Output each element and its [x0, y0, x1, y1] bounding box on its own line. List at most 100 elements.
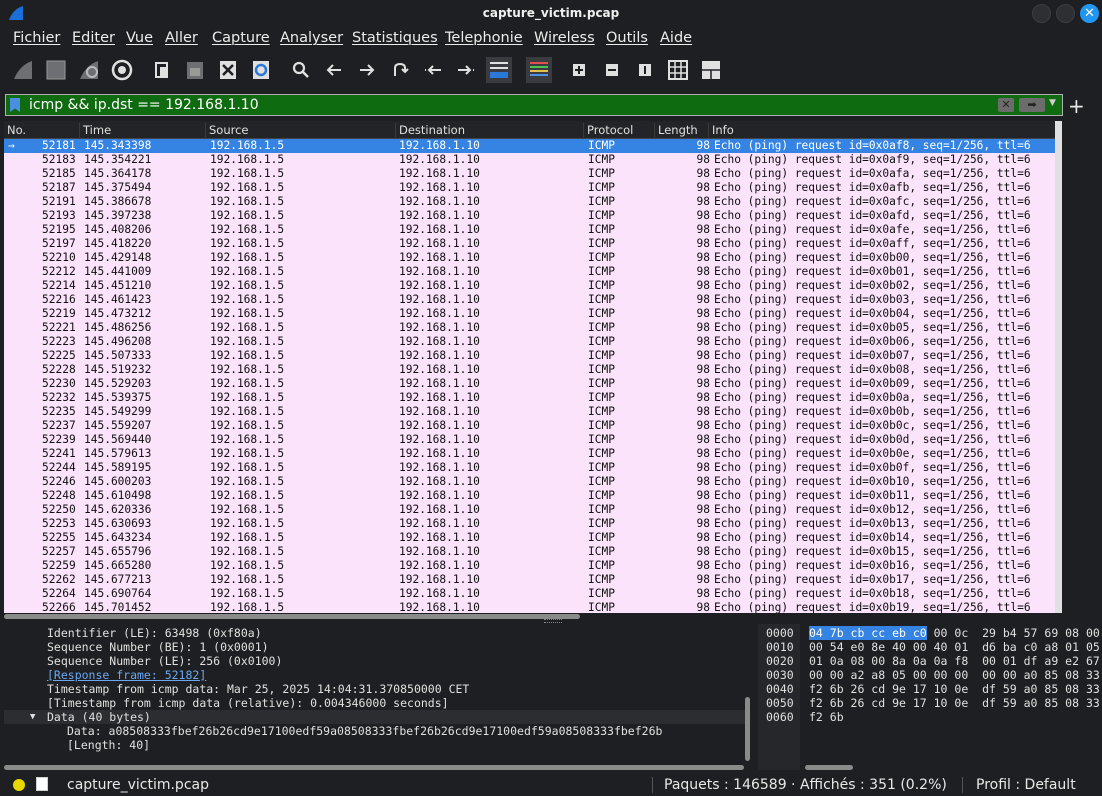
bytes-line[interactable]: 01 0a 08 00 8a 0a 0a f8 00 01 df a9 e2 6… [809, 654, 1100, 668]
expert-info-led-icon[interactable] [13, 779, 25, 791]
resize-columns-icon[interactable] [665, 57, 691, 83]
zoom-out-icon[interactable] [599, 57, 625, 83]
display-filter-input[interactable]: icmp && ip.dst == 192.168.1.10 [29, 97, 259, 113]
packet-row[interactable]: 52241 145.579613 192.168.1.5 192.168.1.10 IC… [4, 447, 1062, 461]
status-profile[interactable]: Profil : Default [976, 777, 1076, 793]
packet-row[interactable]: 52255 145.643234 192.168.1.5 192.168.1.10 IC… [4, 531, 1062, 545]
packet-list-hscroll-thumb[interactable] [4, 614, 580, 619]
packet-row[interactable]: 52193 145.397238 192.168.1.5 192.168.1.10 IC… [4, 209, 1062, 223]
menu-fichier[interactable]: Fichier [13, 30, 60, 46]
packet-row[interactable]: 52257 145.655796 192.168.1.5 192.168.1.10 IC… [4, 545, 1062, 559]
packet-row[interactable]: 52232 145.539375 192.168.1.5 192.168.1.10 IC… [4, 391, 1062, 405]
packet-row[interactable]: 52266 145.701452 192.168.1.5 192.168.1.10 IC… [4, 601, 1062, 613]
stop-capture-icon[interactable] [43, 57, 69, 83]
packet-row[interactable]: 52210 145.429148 192.168.1.5 192.168.1.10 IC… [4, 251, 1062, 265]
normal-size-icon[interactable] [632, 57, 658, 83]
bytes-hscroll[interactable] [805, 765, 853, 770]
packet-row[interactable]: 52197 145.418220 192.168.1.5 192.168.1.10 IC… [4, 237, 1062, 251]
expand-arrow-icon[interactable]: ▼ [30, 710, 35, 724]
minimize-button[interactable] [1032, 4, 1051, 23]
details-vscroll[interactable] [745, 697, 750, 761]
detail-data-value[interactable]: Data: a08508333fbef26b26cd9e17100edf59a0… [67, 724, 662, 738]
packet-row[interactable]: → 52181 145.343398 192.168.1.5 192.168.1.10 I… [4, 139, 1062, 153]
restart-capture-icon[interactable] [76, 57, 102, 83]
packet-row[interactable]: 52225 145.507333 192.168.1.5 192.168.1.10 IC… [4, 349, 1062, 363]
filter-history-dropdown-icon[interactable]: ▼ [1049, 98, 1059, 108]
packet-row[interactable]: 52191 145.386678 192.168.1.5 192.168.1.10 IC… [4, 195, 1062, 209]
detail-seq-le[interactable]: Sequence Number (LE): 256 (0x0100) [47, 654, 282, 668]
apply-filter-icon[interactable]: ➡ [1019, 98, 1045, 112]
menu-capture[interactable]: Capture [212, 30, 270, 46]
detail-response-frame-link[interactable]: [Response frame: 52182] [47, 668, 206, 682]
save-file-icon[interactable] [182, 57, 208, 83]
packet-list-vscroll[interactable] [1055, 121, 1062, 613]
colorize-icon[interactable] [526, 57, 552, 83]
selected-bytes[interactable]: 04 7b cb cc eb c0 [809, 626, 927, 640]
bytes-line[interactable]: f2 6b 26 cd 9e 17 10 0e df 59 a0 85 08 3… [809, 696, 1100, 710]
menu-outils[interactable]: Outils [606, 30, 648, 46]
packet-row[interactable]: 52250 145.620336 192.168.1.5 192.168.1.10 IC… [4, 503, 1062, 517]
packet-row[interactable]: 52235 145.549299 192.168.1.5 192.168.1.10 IC… [4, 405, 1062, 419]
reload-file-icon[interactable] [248, 57, 274, 83]
menu-telephonie[interactable]: Telephonie [445, 30, 523, 46]
add-filter-button-icon[interactable]: + [1068, 94, 1085, 118]
column-header-source[interactable]: Source [206, 123, 396, 139]
packet-row[interactable]: 52253 145.630693 192.168.1.5 192.168.1.10 IC… [4, 517, 1062, 531]
clear-filter-icon[interactable]: ✕ [998, 98, 1014, 112]
menu-vue[interactable]: Vue [126, 30, 153, 46]
go-last-packet-icon[interactable] [453, 57, 479, 83]
detail-timestamp-relative[interactable]: [Timestamp from icmp data (relative): 0.… [47, 696, 449, 710]
start-capture-icon[interactable] [10, 57, 36, 83]
packet-row[interactable]: 52228 145.519232 192.168.1.5 192.168.1.10 IC… [4, 363, 1062, 377]
packet-row[interactable]: 52237 145.559207 192.168.1.5 192.168.1.10 IC… [4, 419, 1062, 433]
close-file-icon[interactable] [215, 57, 241, 83]
layout-panes-icon[interactable] [698, 57, 724, 83]
detail-seq-be[interactable]: Sequence Number (BE): 1 (0x0001) [47, 640, 269, 654]
menu-editer[interactable]: Editer [72, 30, 115, 46]
autoscroll-icon[interactable] [486, 57, 512, 83]
capture-comment-icon[interactable] [36, 777, 48, 791]
packet-row[interactable]: 52183 145.354221 192.168.1.5 192.168.1.10 IC… [4, 153, 1062, 167]
bytes-line[interactable]: 00 00 a2 a8 05 00 00 00 00 00 a0 85 08 3… [809, 668, 1100, 682]
packet-row[interactable]: 52221 145.486256 192.168.1.5 192.168.1.10 IC… [4, 321, 1062, 335]
column-header-length[interactable]: Length [655, 123, 709, 139]
bytes-line[interactable]: 00 54 e0 8e 40 00 40 01 d6 ba c0 a8 01 0… [809, 640, 1100, 654]
menu-statistiques[interactable]: Statistiques [352, 30, 438, 46]
packet-row[interactable]: 52259 145.665280 192.168.1.5 192.168.1.10 IC… [4, 559, 1062, 573]
packet-row[interactable]: 52216 145.461423 192.168.1.5 192.168.1.10 IC… [4, 293, 1062, 307]
go-forward-icon[interactable] [354, 57, 380, 83]
go-back-icon[interactable] [321, 57, 347, 83]
packet-row[interactable]: 52239 145.569440 192.168.1.5 192.168.1.10 IC… [4, 433, 1062, 447]
column-header-time[interactable]: Time [80, 123, 206, 139]
packet-row[interactable]: 52230 145.529203 192.168.1.5 192.168.1.10 IC… [4, 377, 1062, 391]
go-first-packet-icon[interactable] [420, 57, 446, 83]
column-header-no[interactable]: No. [4, 123, 80, 139]
open-file-icon[interactable] [149, 57, 175, 83]
packet-row[interactable]: 52214 145.451210 192.168.1.5 192.168.1.10 IC… [4, 279, 1062, 293]
maximize-button[interactable] [1056, 4, 1075, 23]
packet-row[interactable]: 52219 145.473212 192.168.1.5 192.168.1.10 IC… [4, 307, 1062, 321]
detail-data-row[interactable]: ▼ Data (40 bytes) [4, 710, 746, 724]
packet-row[interactable]: 52185 145.364178 192.168.1.5 192.168.1.10 IC… [4, 167, 1062, 181]
menu-aide[interactable]: Aide [660, 30, 692, 46]
bytes-line[interactable]: f2 6b [809, 710, 844, 724]
packet-row[interactable]: 52212 145.441009 192.168.1.5 192.168.1.10 IC… [4, 265, 1062, 279]
capture-options-icon[interactable] [109, 57, 135, 83]
packet-row[interactable]: 52264 145.690764 192.168.1.5 192.168.1.10 IC… [4, 587, 1062, 601]
packet-row[interactable]: 52248 145.610498 192.168.1.5 192.168.1.10 IC… [4, 489, 1062, 503]
packet-row[interactable]: 52244 145.589195 192.168.1.5 192.168.1.10 IC… [4, 461, 1062, 475]
column-header-destination[interactable]: Destination [396, 123, 584, 139]
packet-list-hscroll[interactable] [4, 613, 1062, 620]
menu-aller[interactable]: Aller [165, 30, 198, 46]
detail-data-length[interactable]: [Length: 40] [67, 738, 150, 752]
zoom-in-icon[interactable] [566, 57, 592, 83]
column-header-info[interactable]: Info [709, 123, 1062, 139]
bytes-line[interactable]: f2 6b 26 cd 9e 17 10 0e df 59 a0 85 08 3… [809, 682, 1100, 696]
detail-timestamp[interactable]: Timestamp from icmp data: Mar 25, 2025 1… [47, 682, 469, 696]
close-button[interactable]: ✕ [1080, 4, 1099, 23]
packet-row[interactable]: 52187 145.375494 192.168.1.5 192.168.1.10 IC… [4, 181, 1062, 195]
detail-identifier-le[interactable]: Identifier (LE): 63498 (0xf80a) [47, 626, 262, 640]
find-packet-icon[interactable] [288, 57, 314, 83]
pane-splitter-handle[interactable] [544, 619, 562, 623]
packet-row[interactable]: 52246 145.600203 192.168.1.5 192.168.1.10 IC… [4, 475, 1062, 489]
